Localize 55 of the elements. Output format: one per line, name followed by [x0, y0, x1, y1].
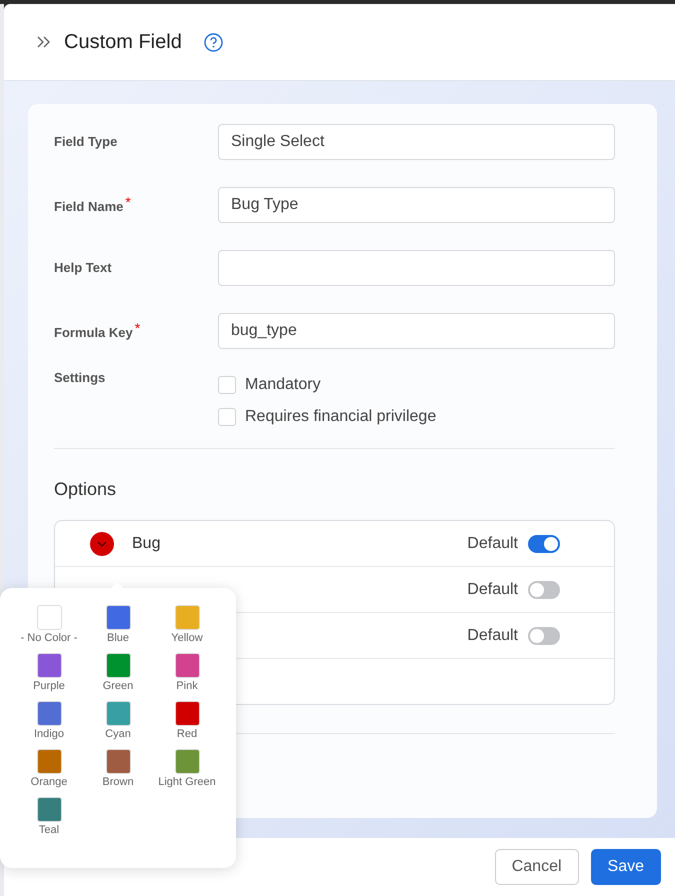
color-dot[interactable]: [90, 532, 114, 556]
swatch-label: Cyan: [105, 728, 131, 740]
swatch-label: - No Color -: [20, 632, 78, 644]
field-label: Settings: [54, 370, 106, 387]
checkbox[interactable]: [218, 408, 236, 426]
input-field[interactable]: Single Select: [218, 124, 615, 160]
color-swatch[interactable]: [174, 701, 200, 726]
color-swatch[interactable]: [174, 605, 200, 630]
color-swatch[interactable]: [36, 701, 62, 726]
toggle-switch[interactable]: [528, 580, 560, 598]
field-label: Help Text: [54, 260, 112, 275]
option-label: Bug: [132, 534, 162, 552]
color-swatch[interactable]: [36, 605, 62, 630]
cancel-button[interactable]: Cancel: [494, 849, 579, 885]
checkbox-label: Mandatory: [245, 376, 321, 394]
color-swatch[interactable]: [36, 653, 62, 678]
color-swatch[interactable]: [36, 797, 62, 822]
input-field[interactable]: [218, 250, 615, 286]
toggle-switch[interactable]: [528, 534, 560, 552]
color-swatch[interactable]: [106, 653, 130, 678]
toggle-label: Default: [467, 580, 518, 598]
swatch-label: Indigo: [34, 728, 64, 740]
field-label: Formula Key: [54, 325, 133, 340]
required-mark: *: [125, 194, 131, 210]
swatch-label: Green: [102, 680, 134, 692]
checkbox[interactable]: [218, 376, 236, 394]
save-button[interactable]: Save: [590, 849, 661, 885]
swatch-label: Orange: [30, 776, 68, 788]
swatch-label: Red: [176, 728, 198, 740]
swatch-label: Yellow: [171, 632, 203, 644]
color-swatch[interactable]: [174, 653, 200, 678]
field-label: Field Name: [54, 199, 124, 214]
toggle-label: Default: [467, 534, 518, 552]
checkbox-label: Requires financial privilege: [245, 408, 436, 426]
color-swatch[interactable]: [174, 749, 200, 774]
swatch-label: Purple: [33, 680, 65, 692]
required-mark: *: [134, 320, 140, 336]
toggle-label: Default: [467, 626, 518, 644]
field-label: Field Type: [54, 134, 118, 149]
color-swatch[interactable]: [36, 749, 62, 774]
swatch-label: Light Green: [158, 776, 216, 788]
input-field[interactable]: bug_type: [218, 313, 615, 349]
swatch-label: Brown: [102, 776, 134, 788]
swatch-label: Pink: [176, 680, 198, 692]
swatch-label: Blue: [106, 632, 130, 644]
input-field[interactable]: Bug Type: [218, 187, 615, 223]
color-swatch[interactable]: [106, 701, 130, 726]
section-title: Options: [54, 479, 118, 500]
color-swatch[interactable]: [106, 749, 130, 774]
help-icon[interactable]: [204, 32, 223, 52]
window-title: Custom Field: [64, 30, 182, 54]
toggle-switch[interactable]: [528, 626, 560, 644]
expand-icon[interactable]: [36, 35, 52, 49]
color-swatch[interactable]: [106, 605, 130, 630]
swatch-label: Teal: [38, 824, 60, 836]
